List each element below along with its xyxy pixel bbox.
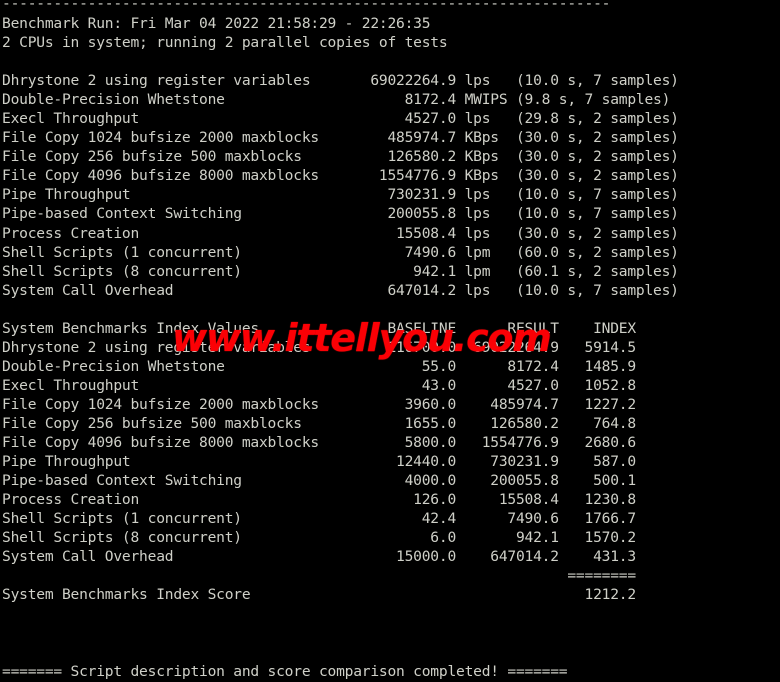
index-table-row: Pipe-based Context Switching 4000.0 2000… xyxy=(2,472,636,490)
index-table-row: Double-Precision Whetstone 55.0 8172.4 1… xyxy=(2,357,636,375)
terminal-window: ----------------------------------------… xyxy=(0,0,780,682)
index-table-row: Execl Throughput 43.0 4527.0 1052.8 xyxy=(2,376,636,394)
cpu-info-line: 2 CPUs in system; running 2 parallel cop… xyxy=(2,34,448,52)
index-table-row: Process Creation 126.0 15508.4 1230.8 xyxy=(2,491,636,509)
index-score-row: System Benchmarks Index Score 1212.2 xyxy=(2,586,636,604)
top-rule-divider: ----------------------------------------… xyxy=(2,0,611,12)
raw-result-row: File Copy 1024 bufsize 2000 maxblocks 48… xyxy=(2,129,679,147)
raw-result-row: Pipe-based Context Switching 200055.8 lp… xyxy=(2,205,679,223)
raw-result-row: System Call Overhead 647014.2 lps (10.0 … xyxy=(2,281,679,299)
index-table-row: System Call Overhead 15000.0 647014.2 43… xyxy=(2,548,636,566)
raw-result-row: Process Creation 15508.4 lps (30.0 s, 2 … xyxy=(2,224,679,242)
index-table-row: Pipe Throughput 12440.0 730231.9 587.0 xyxy=(2,453,636,471)
raw-result-row: Double-Precision Whetstone 8172.4 MWIPS … xyxy=(2,91,671,109)
index-table-row: Dhrystone 2 using register variables 116… xyxy=(2,338,636,356)
raw-result-row: File Copy 4096 bufsize 8000 maxblocks 15… xyxy=(2,167,679,185)
raw-result-row: File Copy 256 bufsize 500 maxblocks 1265… xyxy=(2,148,679,166)
index-table-row: File Copy 256 bufsize 500 maxblocks 1655… xyxy=(2,414,636,432)
raw-result-row: Pipe Throughput 730231.9 lps (10.0 s, 7 … xyxy=(2,186,679,204)
index-table-header: System Benchmarks Index Values BASELINE … xyxy=(2,319,636,337)
raw-result-row: Dhrystone 2 using register variables 690… xyxy=(2,72,679,90)
index-table-row: Shell Scripts (8 concurrent) 6.0 942.1 1… xyxy=(2,529,636,547)
index-separator-line: ======== xyxy=(2,567,636,585)
index-table-row: Shell Scripts (1 concurrent) 42.4 7490.6… xyxy=(2,510,636,528)
raw-result-row: Shell Scripts (1 concurrent) 7490.6 lpm … xyxy=(2,243,679,261)
terminal-output: Benchmark Run: Fri Mar 04 2022 21:58:29 … xyxy=(2,14,679,681)
raw-result-row: Execl Throughput 4527.0 lps (29.8 s, 2 s… xyxy=(2,110,679,128)
benchmark-run-line: Benchmark Run: Fri Mar 04 2022 21:58:29 … xyxy=(2,15,431,32)
footer-line: ======= Script description and score com… xyxy=(2,662,568,680)
index-table-row: File Copy 4096 bufsize 8000 maxblocks 58… xyxy=(2,434,636,452)
raw-result-row: Shell Scripts (8 concurrent) 942.1 lpm (… xyxy=(2,262,679,280)
index-table-row: File Copy 1024 bufsize 2000 maxblocks 39… xyxy=(2,395,636,413)
